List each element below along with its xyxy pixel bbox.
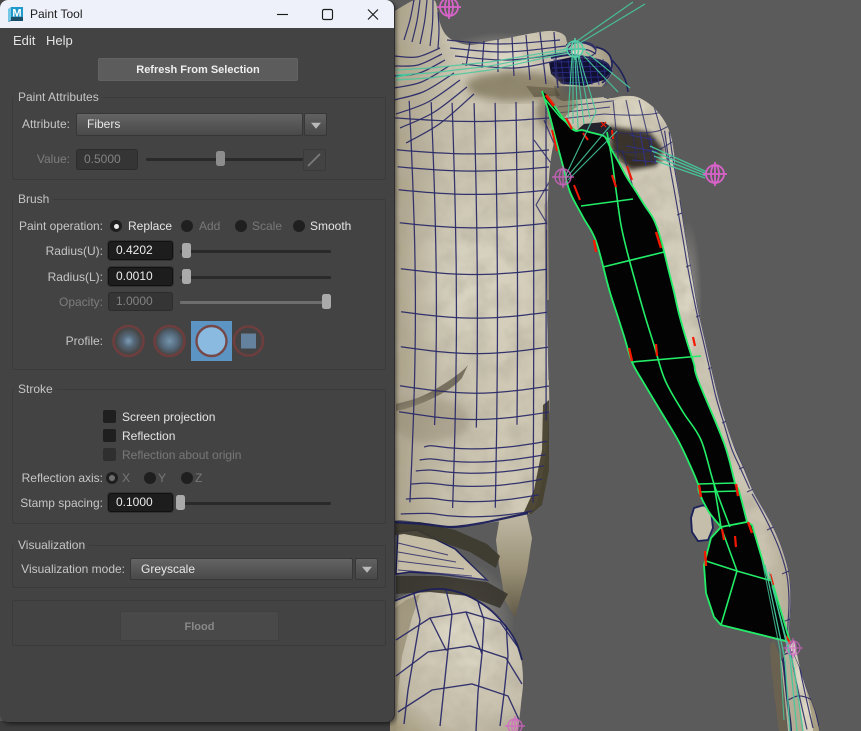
svg-text:M: M	[12, 8, 21, 20]
